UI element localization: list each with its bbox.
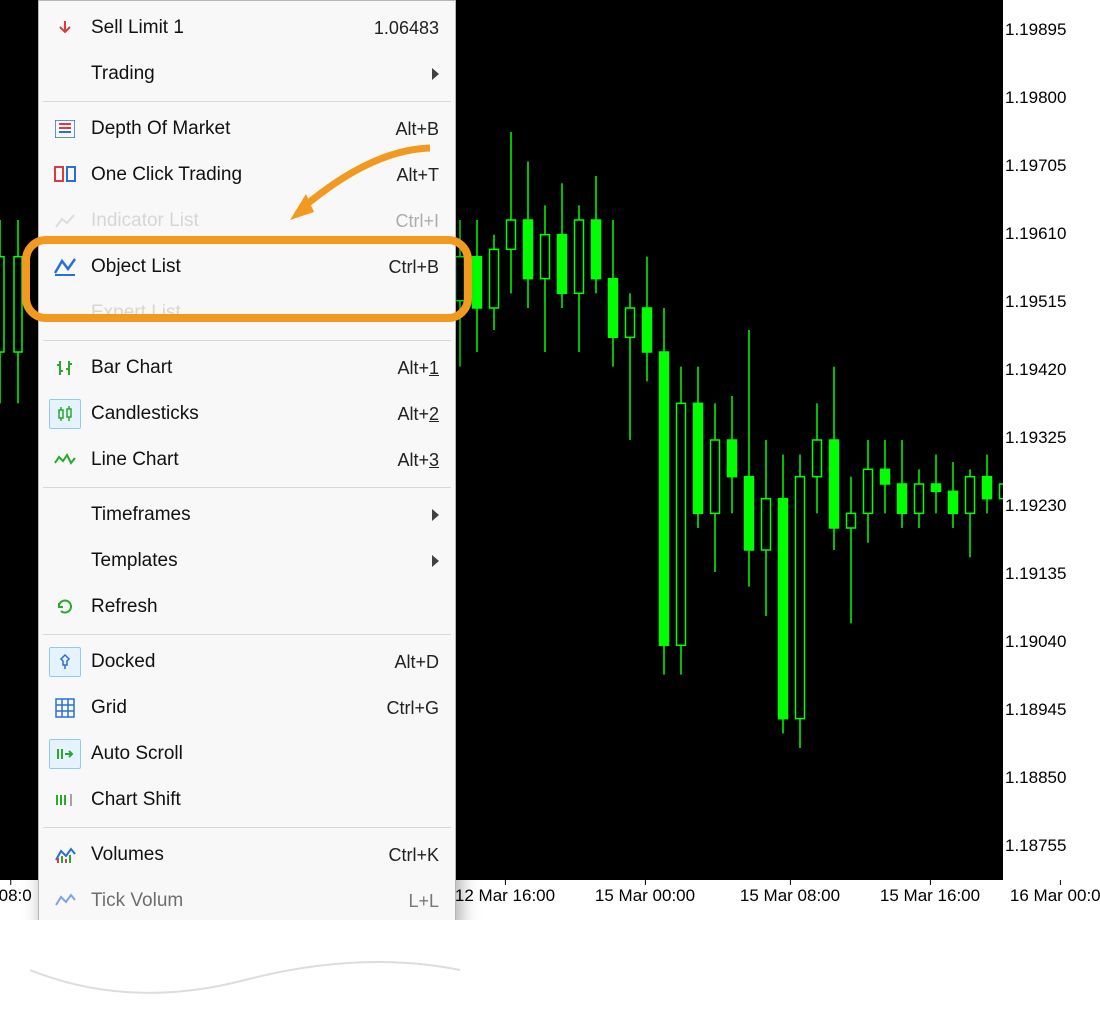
pin-icon — [49, 647, 81, 677]
menu-label: Candlesticks — [85, 403, 397, 425]
menu-candlesticks[interactable]: Candlesticks Alt+2 — [41, 391, 453, 437]
menu-sell-limit[interactable]: Sell Limit 1 1.06483 — [41, 5, 453, 51]
y-tick-label: 1.19040 — [1003, 632, 1093, 652]
menu-accel: Alt+1 — [397, 358, 439, 379]
menu-label: Object List — [85, 256, 388, 278]
menu-trading[interactable]: Trading — [41, 51, 453, 97]
menu-depth-of-market[interactable]: Depth Of Market Alt+B — [41, 106, 453, 152]
menu-refresh[interactable]: Refresh — [41, 584, 453, 630]
x-tick-label: 15 Mar 00:00 — [595, 886, 695, 906]
y-tick-label: 1.19895 — [1003, 20, 1093, 40]
menu-accel: Ctrl+B — [388, 257, 439, 278]
menu-accel: Ctrl+K — [388, 845, 439, 866]
menu-label: Depth Of Market — [85, 118, 395, 140]
menu-label: Trading — [85, 63, 424, 85]
y-tick-label: 1.19135 — [1003, 564, 1093, 584]
menu-indicator-list[interactable]: Indicator List Ctrl+I — [41, 198, 453, 244]
menu-accel: L+L — [408, 891, 439, 912]
menu-label: Tick Volum — [85, 890, 408, 912]
menu-label: Sell Limit 1 — [85, 17, 374, 39]
x-tick-label: r 08:0 — [0, 886, 32, 906]
y-tick-label: 1.19325 — [1003, 428, 1093, 448]
menu-auto-scroll[interactable]: Auto Scroll — [41, 731, 453, 777]
x-tick-label: 12 Mar 16:00 — [455, 886, 555, 906]
menu-docked[interactable]: Docked Alt+D — [41, 639, 453, 685]
menu-label: Expert List — [85, 302, 439, 324]
y-tick-label: 1.18755 — [1003, 836, 1093, 856]
menu-accel: Alt+B — [395, 119, 439, 140]
y-tick-label: 1.19705 — [1003, 156, 1093, 176]
menu-bar-chart[interactable]: Bar Chart Alt+1 — [41, 345, 453, 391]
y-tick-label: 1.19610 — [1003, 224, 1093, 244]
submenu-arrow-icon — [432, 68, 439, 80]
y-tick-label: 1.19420 — [1003, 360, 1093, 380]
menu-templates[interactable]: Templates — [41, 538, 453, 584]
submenu-arrow-icon — [432, 509, 439, 521]
y-tick-label: 1.18945 — [1003, 700, 1093, 720]
menu-accel: Alt+D — [394, 652, 439, 673]
y-tick-label: 1.19515 — [1003, 292, 1093, 312]
refresh-icon — [45, 597, 85, 617]
menu-accel: Alt+T — [396, 165, 439, 186]
menu-line-chart[interactable]: Line Chart Alt+3 — [41, 437, 453, 483]
menu-separator — [43, 101, 451, 102]
menu-label: Grid — [85, 697, 386, 719]
menu-separator — [43, 827, 451, 828]
menu-chart-shift[interactable]: Chart Shift — [41, 777, 453, 823]
volumes-icon — [45, 846, 85, 864]
y-tick-label: 1.18850 — [1003, 768, 1093, 788]
menu-volumes[interactable]: Volumes Ctrl+K — [41, 832, 453, 878]
menu-label: Bar Chart — [85, 357, 397, 379]
menu-label: Templates — [85, 550, 424, 572]
bar-chart-icon — [45, 359, 85, 377]
menu-expert-list[interactable]: Expert List — [41, 290, 453, 336]
menu-label: Line Chart — [85, 449, 397, 471]
grid-icon — [45, 698, 85, 718]
chart-context-menu: Sell Limit 1 1.06483 Trading Depth Of Ma… — [38, 0, 456, 929]
indicator-icon — [45, 213, 85, 229]
menu-separator — [43, 634, 451, 635]
menu-label: Indicator List — [85, 210, 395, 232]
menu-object-list[interactable]: Object List Ctrl+B — [41, 244, 453, 290]
candlestick-icon — [49, 399, 81, 429]
y-tick-label: 1.19230 — [1003, 496, 1093, 516]
submenu-arrow-icon — [432, 555, 439, 567]
line-chart-icon — [45, 453, 85, 467]
menu-accel: Ctrl+G — [386, 698, 439, 719]
x-tick-label: 15 Mar 16:00 — [880, 886, 980, 906]
menu-accel: Ctrl+I — [395, 211, 439, 232]
auto-scroll-icon — [49, 739, 81, 769]
menu-tick-volumes[interactable]: Tick Volum L+L — [41, 878, 453, 924]
menu-label: Docked — [85, 651, 394, 673]
menu-accel: 1.06483 — [374, 18, 439, 39]
x-tick-label: 16 Mar 00:00 — [1010, 886, 1100, 906]
one-click-icon — [45, 166, 85, 184]
menu-label: Timeframes — [85, 504, 424, 526]
menu-label: Volumes — [85, 844, 388, 866]
menu-label: Chart Shift — [85, 789, 439, 811]
menu-label: Refresh — [85, 596, 439, 618]
menu-label: Auto Scroll — [85, 743, 439, 765]
x-tick-label: 15 Mar 08:00 — [740, 886, 840, 906]
menu-separator — [43, 487, 451, 488]
chart-shift-icon — [45, 792, 85, 808]
object-list-icon — [45, 257, 85, 277]
wave-cutoff — [30, 960, 460, 1020]
menu-label: One Click Trading — [85, 164, 396, 186]
tick-volumes-icon — [45, 893, 85, 909]
menu-grid[interactable]: Grid Ctrl+G — [41, 685, 453, 731]
sell-arrow-icon — [45, 19, 85, 37]
menu-accel: Alt+3 — [397, 450, 439, 471]
menu-separator — [43, 340, 451, 341]
y-tick-label: 1.19800 — [1003, 88, 1093, 108]
menu-one-click-trading[interactable]: One Click Trading Alt+T — [41, 152, 453, 198]
depth-icon — [45, 120, 85, 138]
menu-timeframes[interactable]: Timeframes — [41, 492, 453, 538]
menu-accel: Alt+2 — [397, 404, 439, 425]
